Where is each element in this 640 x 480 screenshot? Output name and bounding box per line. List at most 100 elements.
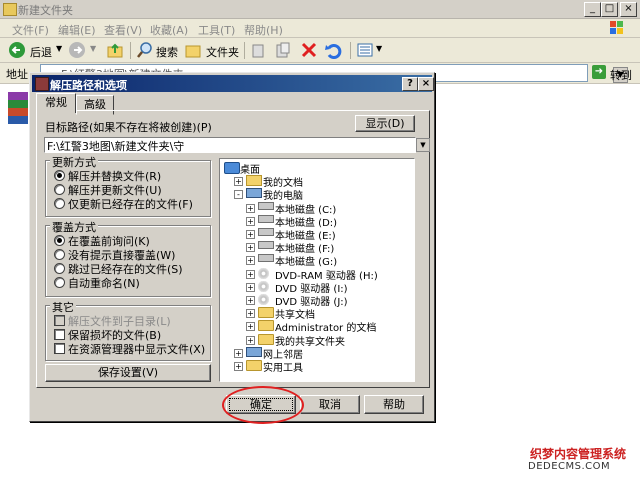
option-auto-rename[interactable]: 自动重命名(N) [68,275,140,291]
winrar-icon [35,77,49,91]
address-label: 地址 [6,68,28,81]
minimize-button[interactable]: _ [584,2,601,17]
maximize-button[interactable]: □ [601,2,618,17]
expand-icon[interactable]: + [246,309,255,319]
back-dropdown-icon[interactable]: ▼ [56,44,62,53]
drive-icon [258,201,274,210]
menu-edit[interactable]: 编辑(E) [58,22,96,38]
winrar-archive-icon [8,92,28,124]
tree-item[interactable]: + 实用工具 [220,359,410,374]
tree-item[interactable]: + 本地磁盘 (E:) [220,227,410,242]
network-icon [246,346,262,357]
search-button[interactable]: 搜索 [156,44,178,60]
back-button[interactable]: 后退 [30,44,52,60]
tree-item[interactable]: + DVD-RAM 驱动器 (H:) [220,267,410,282]
expand-icon[interactable]: + [246,230,255,239]
folder-tree[interactable]: 桌面 + 我的文档 - 我的电脑 + 本地磁盘 (C:) + 本地磁盘 (D:) + 本地磁盘 (E… [219,158,415,382]
cd-drive-icon [258,267,269,279]
tree-item[interactable]: + 我的文档 [220,174,410,189]
expand-icon[interactable]: + [246,322,255,332]
close-button[interactable]: × [620,2,637,17]
checkbox-show-in-explorer[interactable] [54,343,65,354]
expand-icon[interactable]: + [246,282,255,292]
menu-help[interactable]: 帮助(H) [244,22,283,38]
path-dropdown-icon[interactable]: ▼ [416,138,430,152]
folders-icon[interactable] [184,41,202,59]
radio-auto-rename[interactable] [54,277,65,288]
checkbox-keep-broken[interactable] [54,329,65,340]
menu-tools[interactable]: 工具(T) [198,22,235,38]
copy-to-icon[interactable] [274,41,292,59]
menu-file[interactable]: 文件(F) [12,22,49,38]
tree-item[interactable]: + 我的共享文件夹 [220,333,410,348]
tree-item[interactable]: 桌面 [220,161,410,176]
tree-item[interactable]: + DVD 驱动器 (J:) [220,293,410,308]
show-button-label: 显示(D) [365,117,405,130]
tree-item[interactable]: + 本地磁盘 (F:) [220,240,410,255]
radio-skip-existing[interactable] [54,263,65,274]
views-dropdown-icon[interactable]: ▼ [376,44,382,53]
up-folder-icon[interactable] [106,41,124,59]
move-to-icon[interactable] [250,41,268,59]
expand-icon[interactable]: + [246,296,255,305]
show-button[interactable]: 显示(D) [355,115,415,132]
expand-icon[interactable]: + [246,269,255,279]
drive-icon [258,254,274,263]
tab-general[interactable]: 常规 [36,93,76,113]
forward-dropdown-icon[interactable]: ▼ [90,44,96,53]
tree-item-label: 实用工具 [263,363,303,374]
back-icon[interactable] [8,41,26,59]
drive-icon [258,241,274,250]
tree-item[interactable]: + 网上邻居 [220,346,410,361]
target-path-input[interactable]: F:\红警3地图\新建文件夹\守 ▼ [44,137,430,153]
dialog-close-icon[interactable]: × [418,77,434,91]
dialog-titlebar: 解压路径和选项 ? × [32,75,434,92]
cancel-button[interactable]: 取消 [300,395,360,414]
my-computer-icon [246,188,262,199]
expand-icon[interactable]: + [246,203,255,213]
tree-item[interactable]: + 本地磁盘 (C:) [220,201,410,216]
views-icon[interactable] [356,41,374,59]
dialog-help-icon[interactable]: ? [402,77,418,91]
tree-item[interactable]: - 我的电脑 [220,187,410,202]
toolbar: 后退 ▼ ▼ 搜索 文件夹 ▼ [0,38,640,63]
folder-icon [3,3,17,16]
expand-icon[interactable]: + [234,177,243,187]
menu-favorites[interactable]: 收藏(A) [150,22,188,38]
expand-icon[interactable]: + [246,256,255,266]
tree-item[interactable]: + 本地磁盘 (D:) [220,214,410,229]
radio-overwrite-silent[interactable] [54,249,65,260]
expand-icon[interactable]: + [246,243,255,253]
shared-folder-icon [258,333,274,345]
radio-extract-update[interactable] [54,184,65,195]
checkbox-extract-subfolder[interactable] [54,315,65,326]
radio-update-existing[interactable] [54,198,65,209]
menu-view[interactable]: 查看(V) [104,22,142,38]
tree-item[interactable]: + 本地磁盘 (G:) [220,253,410,268]
expand-icon[interactable]: + [246,216,255,226]
collapse-icon[interactable]: - [234,190,243,200]
drive-icon [258,214,274,223]
radio-extract-replace[interactable] [54,170,65,181]
expand-icon[interactable]: + [234,348,243,358]
go-button[interactable]: 转到 [610,67,632,83]
radio-ask-before[interactable] [54,235,65,246]
expand-icon[interactable]: + [246,335,255,345]
go-arrow-icon[interactable]: ➜ [592,65,606,79]
undo-icon[interactable] [324,41,342,59]
tree-item[interactable]: + Administrator 的文档 [220,319,410,334]
option-update-existing[interactable]: 仅更新已经存在的文件(F) [68,196,193,212]
forward-icon[interactable] [68,41,86,59]
tree-item[interactable]: + DVD 驱动器 (I:) [220,280,410,295]
option-show-in-explorer[interactable]: 在资源管理器中显示文件(X) [68,341,205,357]
folders-button[interactable]: 文件夹 [206,44,239,60]
delete-icon[interactable] [300,41,318,59]
tree-item[interactable]: + 共享文档 [220,306,410,321]
save-settings-button[interactable]: 保存设置(V) [45,364,211,382]
search-icon[interactable] [136,41,154,59]
menu-bar: 文件(F) 编辑(E) 查看(V) 收藏(A) 工具(T) 帮助(H) [0,19,640,38]
help-button-label: 帮助 [383,398,405,411]
help-button[interactable]: 帮助 [364,395,424,414]
watermark-url: DEDECMS.COM [528,461,611,472]
expand-icon[interactable]: + [234,362,243,371]
